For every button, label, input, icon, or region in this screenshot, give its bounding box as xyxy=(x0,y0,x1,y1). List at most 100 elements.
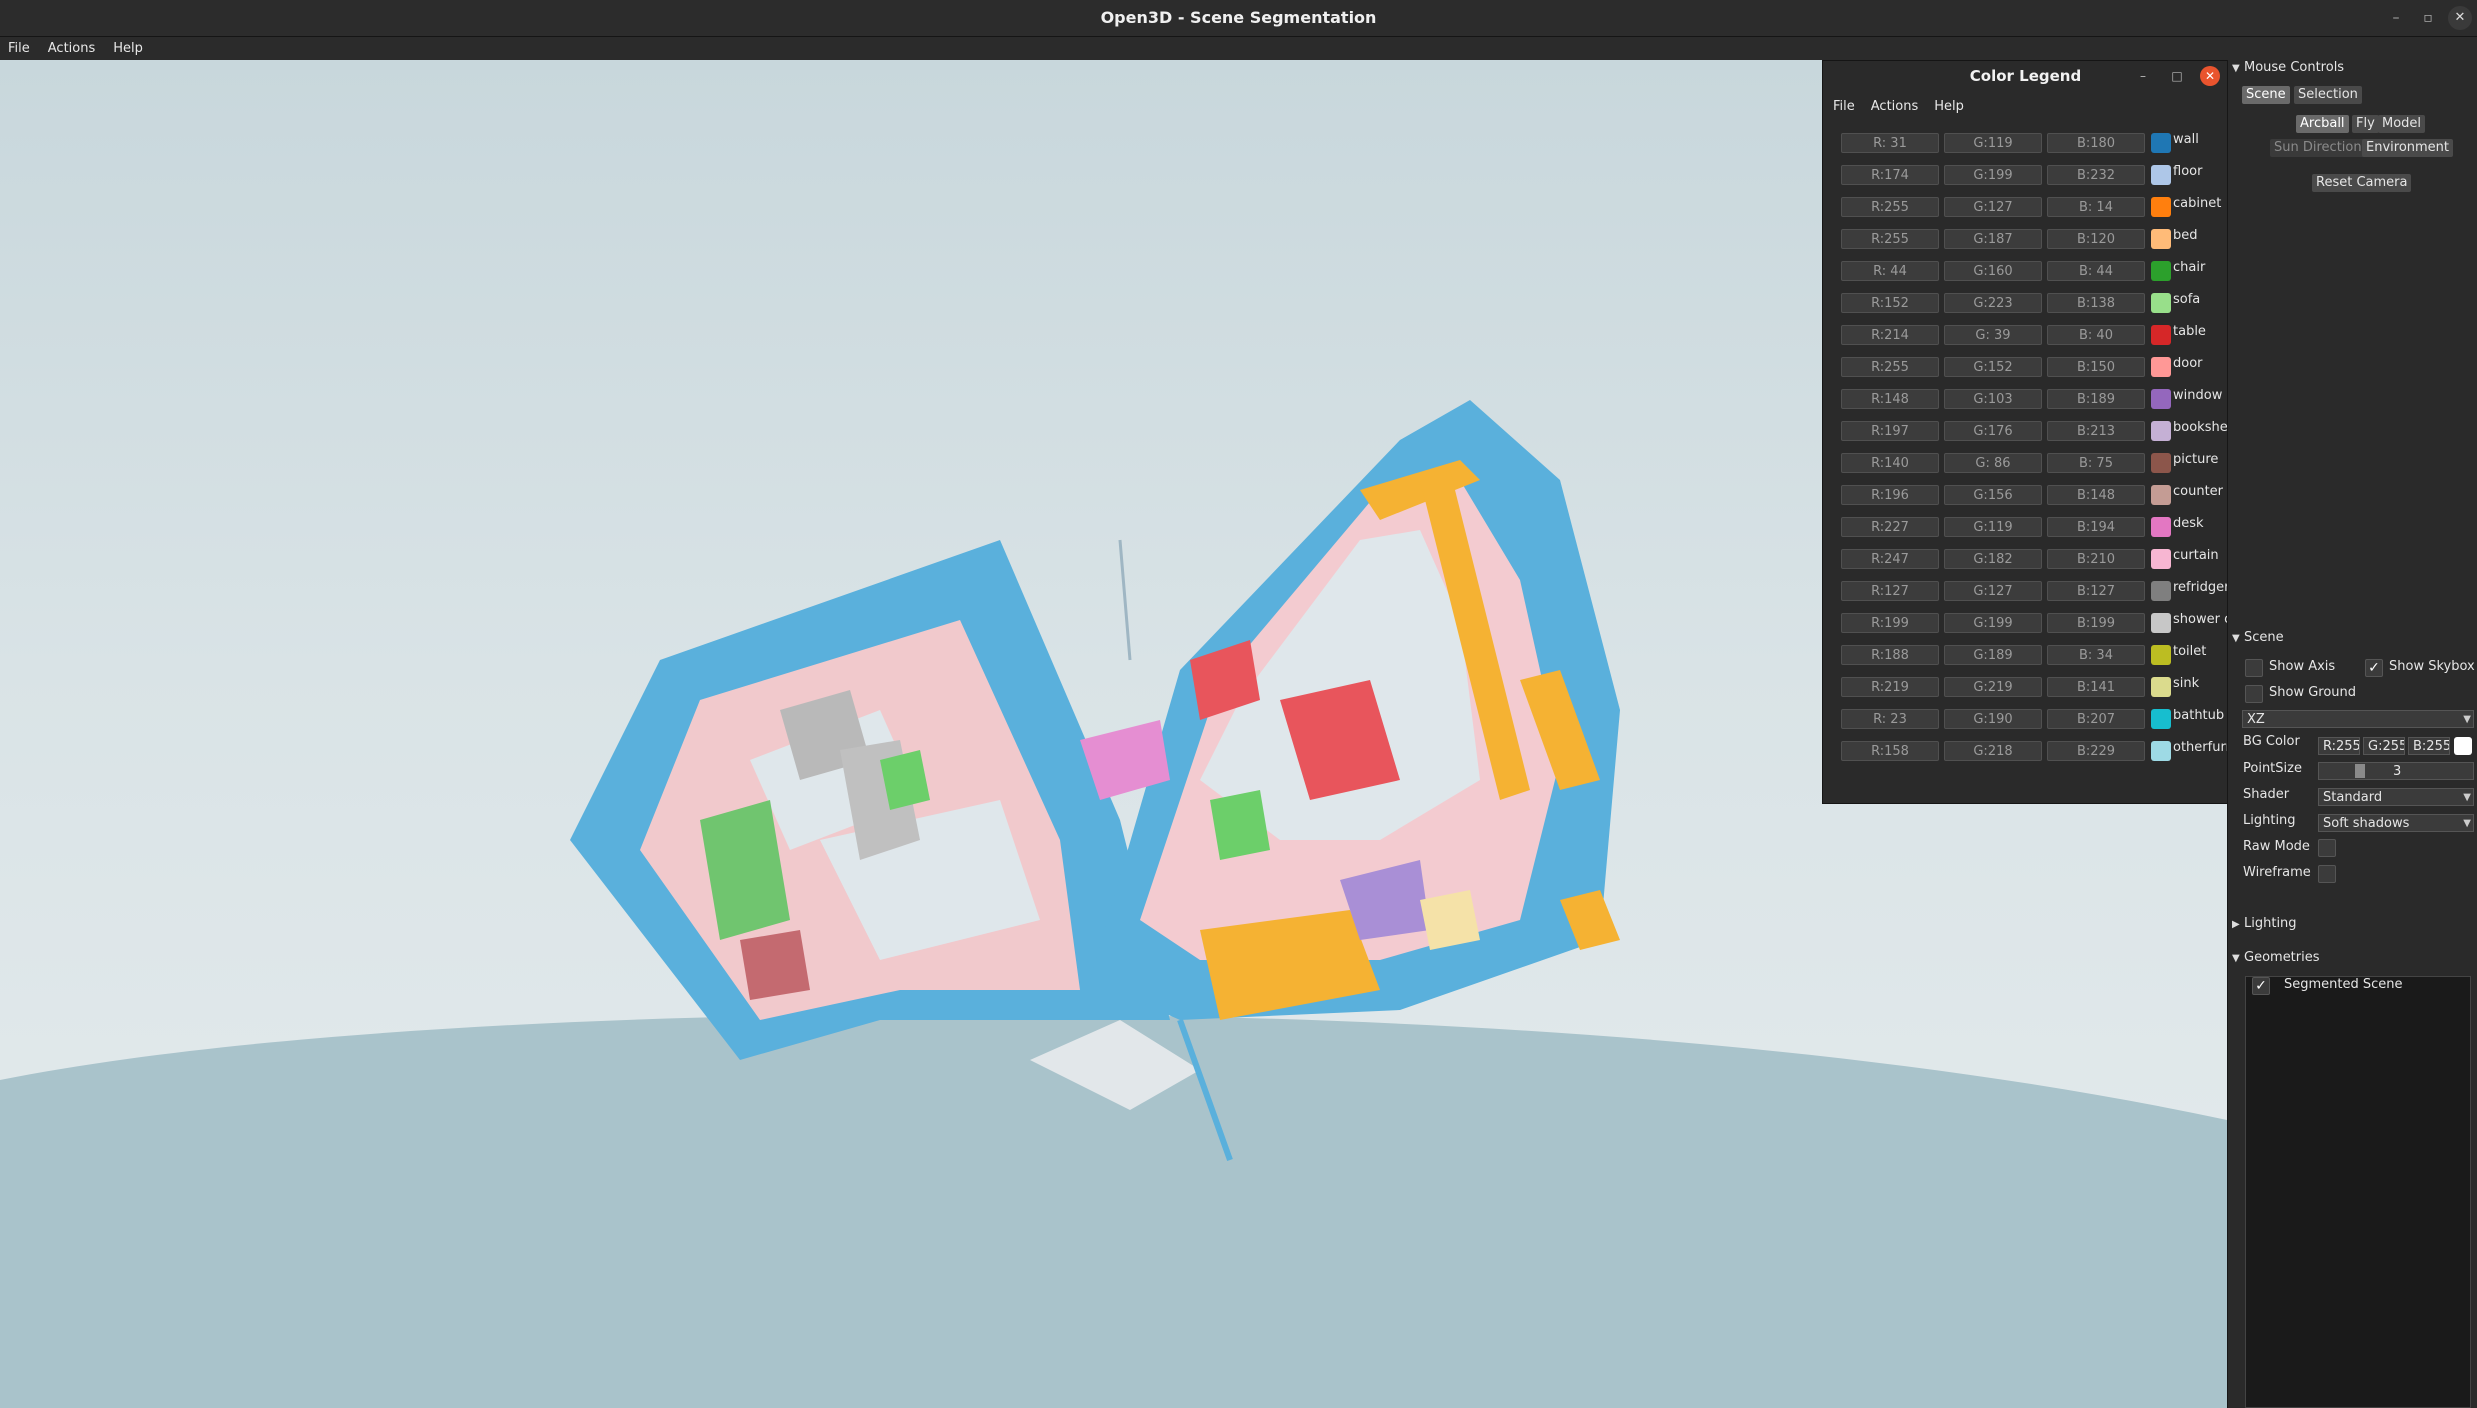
legend-color-swatch[interactable] xyxy=(2151,453,2171,473)
legend-b-input[interactable]: B:148 xyxy=(2047,485,2145,505)
legend-g-input[interactable]: G:182 xyxy=(1944,549,2042,569)
legend-g-input[interactable]: G:199 xyxy=(1944,613,2042,633)
legend-r-input[interactable]: R:174 xyxy=(1841,165,1939,185)
legend-color-swatch[interactable] xyxy=(2151,261,2171,281)
legend-r-input[interactable]: R:152 xyxy=(1841,293,1939,313)
scene-section-header[interactable]: ▼ Scene xyxy=(2232,630,2284,645)
legend-g-input[interactable]: G: 86 xyxy=(1944,453,2042,473)
lighting-section-header[interactable]: ▶ Lighting xyxy=(2232,916,2297,931)
legend-menu-actions[interactable]: Actions xyxy=(1861,95,1925,119)
legend-b-input[interactable]: B:199 xyxy=(2047,613,2145,633)
legend-b-input[interactable]: B: 34 xyxy=(2047,645,2145,665)
legend-r-input[interactable]: R: 31 xyxy=(1841,133,1939,153)
bg-color-swatch[interactable] xyxy=(2454,737,2472,755)
legend-r-input[interactable]: R:127 xyxy=(1841,581,1939,601)
bg-color-r-input[interactable]: R:255 xyxy=(2318,737,2360,755)
legend-g-input[interactable]: G:119 xyxy=(1944,133,2042,153)
geometries-section-header[interactable]: ▼ Geometries xyxy=(2232,950,2320,965)
geometries-tree[interactable]: ✓ Segmented Scene xyxy=(2245,976,2471,1408)
legend-b-input[interactable]: B:213 xyxy=(2047,421,2145,441)
legend-r-input[interactable]: R:196 xyxy=(1841,485,1939,505)
slider-handle[interactable] xyxy=(2355,764,2365,778)
legend-b-input[interactable]: B: 44 xyxy=(2047,261,2145,281)
legend-color-swatch[interactable] xyxy=(2151,517,2171,537)
legend-g-input[interactable]: G:219 xyxy=(1944,677,2042,697)
bg-color-g-input[interactable]: G:255 xyxy=(2363,737,2405,755)
menu-actions[interactable]: Actions xyxy=(40,37,106,60)
legend-g-input[interactable]: G:218 xyxy=(1944,741,2042,761)
legend-color-swatch[interactable] xyxy=(2151,741,2171,761)
legend-color-swatch[interactable] xyxy=(2151,645,2171,665)
legend-color-swatch[interactable] xyxy=(2151,421,2171,441)
legend-g-input[interactable]: G:189 xyxy=(1944,645,2042,665)
show-skybox-checkbox[interactable]: ✓ xyxy=(2365,659,2383,677)
legend-color-swatch[interactable] xyxy=(2151,357,2171,377)
legend-r-input[interactable]: R:199 xyxy=(1841,613,1939,633)
legend-color-swatch[interactable] xyxy=(2151,581,2171,601)
legend-color-swatch[interactable] xyxy=(2151,133,2171,153)
legend-r-input[interactable]: R:255 xyxy=(1841,357,1939,377)
legend-r-input[interactable]: R:255 xyxy=(1841,229,1939,249)
legend-b-input[interactable]: B:141 xyxy=(2047,677,2145,697)
legend-g-input[interactable]: G:187 xyxy=(1944,229,2042,249)
legend-r-input[interactable]: R:188 xyxy=(1841,645,1939,665)
legend-r-input[interactable]: R:247 xyxy=(1841,549,1939,569)
ground-plane-select[interactable]: XZ ▼ xyxy=(2242,710,2474,728)
legend-b-input[interactable]: B:138 xyxy=(2047,293,2145,313)
legend-color-swatch[interactable] xyxy=(2151,485,2171,505)
legend-b-input[interactable]: B:210 xyxy=(2047,549,2145,569)
mouse-controls-header[interactable]: ▼ Mouse Controls xyxy=(2232,60,2344,75)
legend-b-input[interactable]: B:150 xyxy=(2047,357,2145,377)
bg-color-b-input[interactable]: B:255 xyxy=(2408,737,2450,755)
legend-b-input[interactable]: B: 75 xyxy=(2047,453,2145,473)
legend-color-swatch[interactable] xyxy=(2151,325,2171,345)
legend-g-input[interactable]: G:127 xyxy=(1944,581,2042,601)
legend-g-input[interactable]: G:152 xyxy=(1944,357,2042,377)
legend-r-input[interactable]: R: 23 xyxy=(1841,709,1939,729)
legend-close-button[interactable]: ✕ xyxy=(2200,66,2220,86)
legend-r-input[interactable]: R: 44 xyxy=(1841,261,1939,281)
legend-r-input[interactable]: R:214 xyxy=(1841,325,1939,345)
legend-g-input[interactable]: G:160 xyxy=(1944,261,2042,281)
legend-b-input[interactable]: B:189 xyxy=(2047,389,2145,409)
sun-direction-button[interactable]: Sun Direction xyxy=(2270,139,2366,157)
legend-b-input[interactable]: B:229 xyxy=(2047,741,2145,761)
maximize-button[interactable]: ▫ xyxy=(2416,6,2440,30)
lighting-select[interactable]: Soft shadows ▼ xyxy=(2318,814,2474,832)
legend-minimize-button[interactable]: – xyxy=(2133,66,2153,86)
legend-r-input[interactable]: R:197 xyxy=(1841,421,1939,441)
legend-maximize-button[interactable]: □ xyxy=(2167,66,2187,86)
legend-g-input[interactable]: G:119 xyxy=(1944,517,2042,537)
legend-b-input[interactable]: B:232 xyxy=(2047,165,2145,185)
minimize-button[interactable]: – xyxy=(2384,6,2408,30)
color-legend-window[interactable]: Color Legend – □ ✕ File Actions Help R: 31… xyxy=(1822,60,2270,804)
legend-g-input[interactable]: G:190 xyxy=(1944,709,2042,729)
legend-g-input[interactable]: G:199 xyxy=(1944,165,2042,185)
menu-help[interactable]: Help xyxy=(105,37,153,60)
legend-r-input[interactable]: R:158 xyxy=(1841,741,1939,761)
legend-r-input[interactable]: R:227 xyxy=(1841,517,1939,537)
legend-b-input[interactable]: B:194 xyxy=(2047,517,2145,537)
legend-b-input[interactable]: B:120 xyxy=(2047,229,2145,249)
show-axis-checkbox[interactable] xyxy=(2245,659,2263,677)
legend-color-swatch[interactable] xyxy=(2151,229,2171,249)
segmented-scene-checkbox[interactable]: ✓ xyxy=(2252,977,2270,995)
legend-color-swatch[interactable] xyxy=(2151,549,2171,569)
legend-b-input[interactable]: B: 40 xyxy=(2047,325,2145,345)
raw-mode-checkbox[interactable] xyxy=(2318,839,2336,857)
legend-b-input[interactable]: B:180 xyxy=(2047,133,2145,153)
legend-r-input[interactable]: R:255 xyxy=(1841,197,1939,217)
model-button[interactable]: Model xyxy=(2378,115,2426,133)
tab-selection[interactable]: Selection xyxy=(2294,86,2362,104)
legend-color-swatch[interactable] xyxy=(2151,293,2171,313)
fly-button[interactable]: Fly xyxy=(2352,115,2379,133)
environment-button[interactable]: Environment xyxy=(2362,139,2454,157)
wireframe-checkbox[interactable] xyxy=(2318,865,2336,883)
legend-g-input[interactable]: G: 39 xyxy=(1944,325,2042,345)
show-ground-checkbox[interactable] xyxy=(2245,685,2263,703)
legend-b-input[interactable]: B:207 xyxy=(2047,709,2145,729)
legend-b-input[interactable]: B: 14 xyxy=(2047,197,2145,217)
legend-g-input[interactable]: G:223 xyxy=(1944,293,2042,313)
legend-color-swatch[interactable] xyxy=(2151,613,2171,633)
menu-file[interactable]: File xyxy=(0,37,40,60)
